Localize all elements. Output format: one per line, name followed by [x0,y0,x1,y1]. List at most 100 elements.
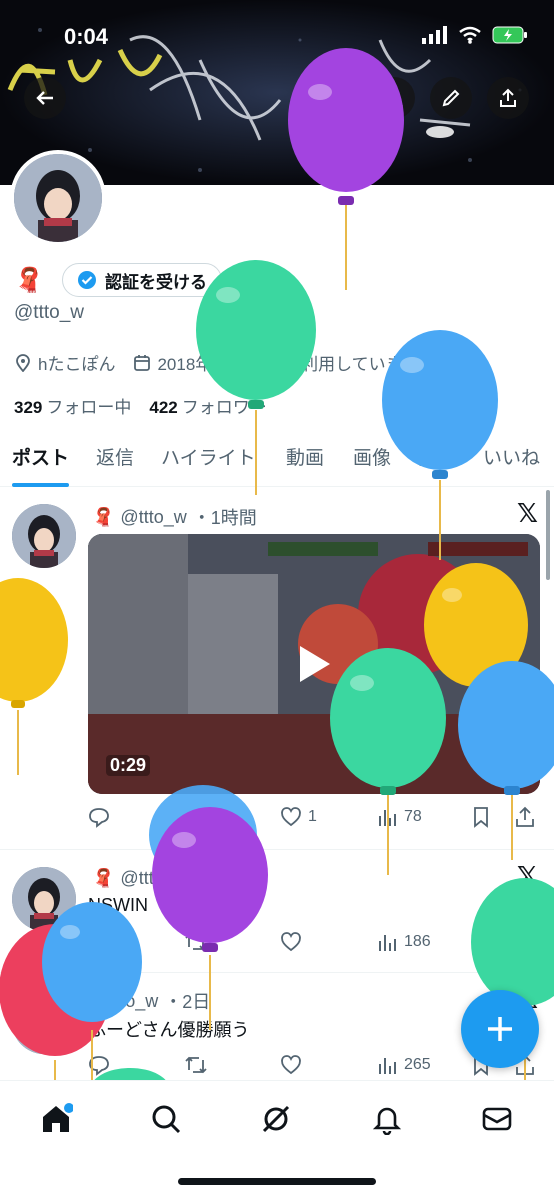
edit-button[interactable] [430,77,472,119]
back-arrow-icon [36,91,53,105]
share-icon [500,88,516,107]
like-button[interactable] [280,1054,302,1076]
nav-messages[interactable] [477,1099,517,1139]
post-video[interactable]: 0:29 [88,534,540,794]
profile-joined: 2018年3月からXを利用しています [157,355,420,374]
avatar-illustration [12,990,76,1054]
views-button[interactable]: 186 [376,931,431,953]
heart-icon [281,932,301,952]
x-logo-icon: 𝕏 [517,498,538,528]
bookmark-icon [474,932,488,953]
profile-avatar[interactable] [10,150,106,246]
repost-icon [185,1056,207,1074]
post-avatar[interactable] [12,867,76,931]
post-handle[interactable]: @ttto_w [92,991,158,1012]
post-time: ・2日 [164,992,211,1012]
following-label: フォロー中 [46,398,132,417]
battery-icon [492,26,527,44]
post-item[interactable]: 🧣 @ttto_w ・1時間 𝕏 NSWIN 186 [0,851,554,973]
nav-grok[interactable] [256,1099,296,1139]
profile-tabs: ポスト 返信 ハイライト 動画 画像 記事 いいね [0,435,554,487]
share-post-button[interactable] [514,806,536,828]
post-handle[interactable]: @ttto_w [120,868,186,889]
x-logo-icon: 𝕏 [517,861,538,891]
views-chart-icon [379,810,396,826]
tab-likes[interactable]: いいね [483,435,540,487]
followers-count: 422 [149,398,178,417]
nav-search[interactable] [146,1099,186,1139]
bell-icon [372,1107,402,1135]
repost-button[interactable] [184,931,208,953]
get-verified-label: 認証を受ける [105,272,207,292]
post-text: ふーどさん優勝願う [88,1020,250,1040]
video-duration: 0:29 [106,755,151,776]
status-icons [422,26,528,44]
repost-button[interactable] [184,1054,208,1076]
get-verified-button[interactable]: 認証を受ける [62,263,222,297]
share-icon [516,806,534,827]
plus-icon [488,1017,512,1041]
back-button[interactable] [24,77,66,119]
reply-button[interactable] [88,931,110,953]
share-icon [516,931,534,952]
reply-button[interactable] [88,806,110,828]
tab-replies[interactable]: 返信 [96,435,134,487]
post-header: 🧣 @ttto_w ・1時間 [92,504,257,530]
post-avatar[interactable] [12,990,76,1054]
nav-home[interactable] [36,1099,76,1139]
like-button[interactable]: 1 [280,806,317,828]
followers-label: フォロワー [181,398,267,417]
following-link[interactable]: 329 フォロー中 [14,393,131,418]
search-icon [384,88,403,107]
profile-handle: @ttto_w [14,302,84,323]
view-count: 265 [404,1056,431,1073]
like-button[interactable] [280,931,302,953]
views-chart-icon [379,935,396,951]
reply-button[interactable] [88,1054,110,1076]
post-emoji: 🧣 [92,867,115,888]
repost-icon [185,933,207,951]
post-actions: 186 [88,931,542,959]
avatar-illustration [12,867,76,931]
pencil-icon [442,89,460,107]
home-indicator [178,1178,376,1185]
scrollbar[interactable] [546,490,550,580]
heart-icon [281,1055,301,1075]
view-count: 78 [404,808,422,825]
post-header: 🧣 @ttto_w ・1時間 [92,865,257,891]
followers-link[interactable]: 422 フォロワー [149,393,266,418]
tab-images[interactable]: 画像 [353,435,391,487]
tab-videos[interactable]: 動画 [286,435,324,487]
play-icon[interactable] [296,644,332,684]
bookmark-icon [474,807,488,828]
like-count: 1 [308,808,317,825]
share-post-button[interactable] [514,931,536,953]
nav-notifications[interactable] [367,1099,407,1139]
compose-post-button[interactable] [461,990,539,1068]
avatar-illustration [14,154,102,242]
views-chart-icon [379,1058,396,1074]
bookmark-button[interactable] [470,806,492,828]
tab-posts[interactable]: ポスト [12,435,70,487]
home-icon [43,1103,73,1132]
follow-stats: 329 フォロー中 422 フォロワー [14,393,267,418]
tab-highlights[interactable]: ハイライト [161,435,256,487]
post-time: ・1時間 [192,508,257,528]
post-emoji: 🧣 [92,506,115,527]
post-handle[interactable]: @ttto_w [120,507,186,528]
views-button[interactable]: 265 [376,1054,431,1076]
reply-icon [89,808,109,828]
profile-meta: hたこぽん 2018年3月からXを利用しています [14,350,438,375]
chevron-right-icon [427,355,436,370]
bookmark-button[interactable] [470,931,492,953]
wifi-icon [459,26,481,44]
scarf-emoji: 🧣 [14,267,44,294]
calendar-icon [134,354,151,371]
post-actions: 1 78 [88,806,542,834]
heart-icon [281,807,301,827]
search-profile-button[interactable] [373,77,415,119]
views-button[interactable]: 78 [376,806,422,828]
post-avatar[interactable] [12,504,76,568]
tab-articles[interactable]: 記事 [418,435,456,487]
share-button[interactable] [487,77,529,119]
